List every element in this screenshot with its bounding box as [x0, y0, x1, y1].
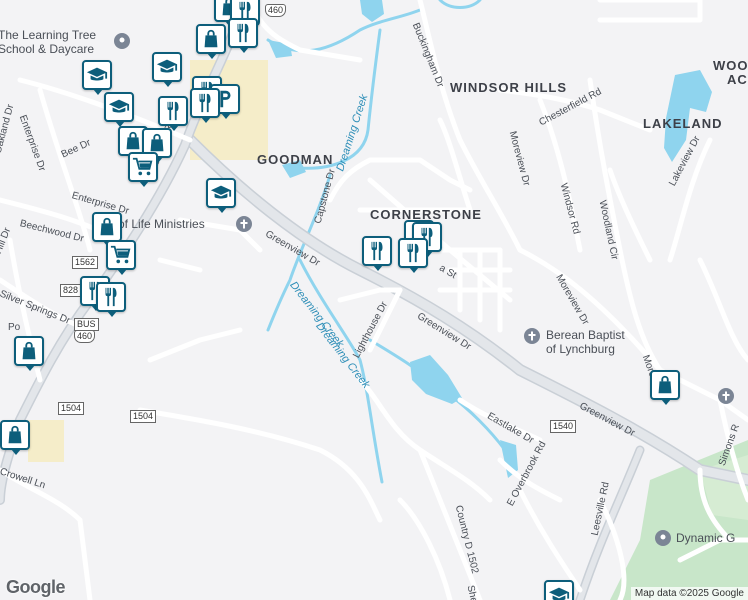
cross-icon[interactable]	[718, 388, 734, 404]
poi-label-ministries[interactable]: of Life Ministries	[118, 217, 205, 231]
map-attribution[interactable]: Map data ©2025 Google	[630, 587, 748, 600]
route-shield-us460: 460	[74, 330, 96, 343]
shopping-cart-icon[interactable]	[128, 152, 158, 187]
place-icon[interactable]	[114, 33, 130, 49]
shopping-bag-icon[interactable]	[196, 24, 226, 59]
graduation-cap-icon[interactable]	[152, 52, 182, 87]
shopping-bag-icon[interactable]	[92, 212, 122, 247]
road-label-pol: Po	[8, 322, 21, 333]
graduation-cap-icon[interactable]	[544, 580, 574, 600]
area-label-woodland-top: WOO	[713, 58, 748, 73]
graduation-cap-icon[interactable]	[104, 92, 134, 127]
shopping-bag-icon[interactable]	[14, 336, 44, 371]
poi-label-berean-line1: Berean Baptist	[546, 328, 625, 342]
route-shield-1540: 1540	[550, 420, 577, 433]
area-label-lakeland: LAKELAND	[643, 116, 723, 131]
poi-label-berean[interactable]: Berean Baptist of Lynchburg	[546, 328, 625, 356]
route-shield-1504-a: 1504	[58, 402, 85, 415]
place-icon[interactable]	[655, 530, 671, 546]
fork-knife-icon[interactable]	[190, 88, 220, 123]
map-canvas[interactable]: WINDSOR HILLS LAKELAND GOODMAN CORNERSTO…	[0, 0, 748, 600]
fork-knife-icon[interactable]	[228, 18, 258, 53]
area-label-goodman: GOODMAN	[257, 152, 334, 167]
poi-label-dynamic[interactable]: Dynamic G	[676, 531, 735, 545]
poi-label-learning-tree[interactable]: The Learning Tree School & Daycare	[0, 28, 96, 56]
google-logo: Google	[6, 577, 66, 597]
graduation-cap-icon[interactable]	[206, 178, 236, 213]
route-shield-1504-b: 1504	[130, 410, 157, 423]
cross-icon[interactable]	[524, 328, 540, 344]
route-shield-1562: 1562	[72, 256, 99, 269]
route-shield-828: 828	[60, 284, 82, 297]
poi-label-learning-tree-line2: School & Daycare	[0, 42, 95, 56]
shopping-bag-icon[interactable]	[0, 420, 30, 455]
poi-label-learning-tree-line1: The Learning Tree	[0, 28, 97, 42]
route-shield-us460-top: 460	[265, 4, 287, 17]
poi-label-berean-line2: of Lynchburg	[546, 342, 615, 356]
fork-knife-icon[interactable]	[398, 238, 428, 273]
shopping-cart-icon[interactable]	[106, 240, 136, 275]
area-label-windsor-hills: WINDSOR HILLS	[450, 80, 567, 95]
area-label-woodland-bottom: AC	[727, 72, 748, 87]
graduation-cap-icon[interactable]	[82, 60, 112, 95]
fork-knife-icon[interactable]	[362, 236, 392, 271]
cross-icon[interactable]	[236, 216, 252, 232]
fork-knife-icon[interactable]	[158, 96, 188, 131]
shopping-bag-icon[interactable]	[650, 370, 680, 405]
fork-knife-icon[interactable]	[96, 282, 126, 317]
